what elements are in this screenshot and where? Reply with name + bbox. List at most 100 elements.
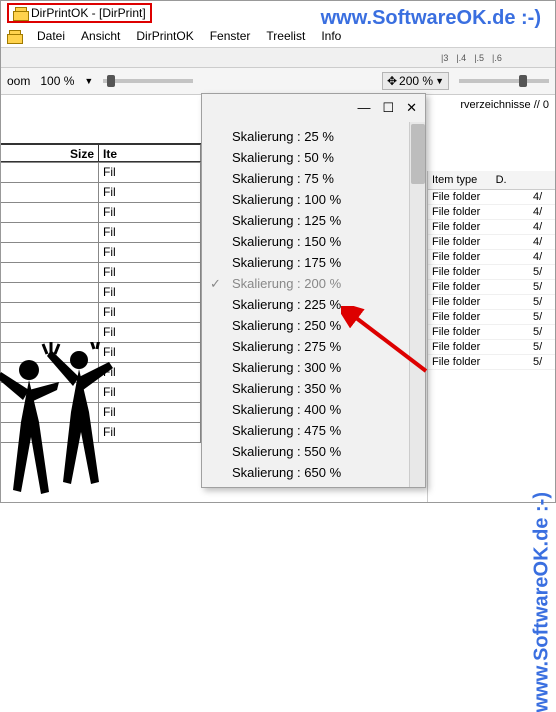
title-highlight: DirPrintOK - [DirPrint] [7,3,152,23]
cell: Fil [99,403,201,422]
list-item[interactable]: File folder5/ [428,355,555,370]
close-icon[interactable]: ✕ [406,100,417,116]
table-row: Fil [1,263,201,283]
ruler-mark: |.6 [492,53,502,63]
cell: Fil [99,343,201,362]
slider-thumb[interactable] [107,75,115,87]
cell: Fil [99,383,201,402]
titlebar: DirPrintOK - [DirPrint] [1,1,555,25]
ruler-mark: |.5 [474,53,484,63]
cell: Fil [99,163,201,182]
dropdown-window-controls: — ☐ ✕ [202,94,425,122]
maximize-icon[interactable]: ☐ [382,100,394,116]
table-row: Fil [1,343,201,363]
cell: Fil [99,423,201,442]
zoom-right-button[interactable]: ✥ 200 % ▼ [382,72,449,90]
table-row: Fil [1,163,201,183]
zoom-left-value: 100 % [40,74,74,88]
menu-bar: Datei Ansicht DirPrintOK Fenster Treelis… [1,25,555,48]
table-row: Fil [1,203,201,223]
table-row: Fil [1,183,201,203]
cell: Fil [99,363,201,382]
list-item[interactable]: File folder4/ [428,235,555,250]
col-date[interactable]: D. [496,174,507,186]
chevron-down-icon: ▼ [435,76,444,86]
scale-option[interactable]: Skalierung : 475 % [202,420,425,441]
scrollbar[interactable] [409,122,425,487]
scale-option[interactable]: Skalierung : 175 % [202,252,425,273]
zoom-slider-right[interactable] [459,79,549,83]
ruler-mark: |3 [441,53,448,63]
slider-thumb[interactable] [519,75,527,87]
scale-option[interactable]: Skalierung : 25 % [202,126,425,147]
list-item[interactable]: File folder4/ [428,190,555,205]
col-items: Ite [103,147,117,161]
scale-option[interactable]: Skalierung : 50 % [202,147,425,168]
list-item[interactable]: File folder5/ [428,310,555,325]
table-row: Fil [1,363,201,383]
table-row: Fil [1,303,201,323]
scale-dropdown: — ☐ ✕ Skalierung : 25 %Skalierung : 50 %… [201,93,426,488]
scale-option[interactable]: Skalierung : 200 % [202,273,425,294]
table-row: Fil [1,283,201,303]
scale-option[interactable]: Skalierung : 350 % [202,378,425,399]
table-row: Fil [1,423,201,443]
list-item[interactable]: File folder4/ [428,250,555,265]
cell: Fil [99,283,201,302]
scale-option[interactable]: Skalierung : 225 % [202,294,425,315]
scroll-thumb[interactable] [411,124,425,184]
menu-item-file[interactable]: Datei [37,29,65,43]
scale-option[interactable]: Skalierung : 275 % [202,336,425,357]
ruler-mark: |.4 [456,53,466,63]
move-icon: ✥ [387,74,397,88]
zoom-label-prefix: oom [7,74,30,88]
minimize-icon[interactable]: — [357,100,370,116]
cell: Fil [99,323,201,342]
table-row: Fil [1,323,201,343]
scale-option[interactable]: Skalierung : 125 % [202,210,425,231]
dropdown-list[interactable]: Skalierung : 25 %Skalierung : 50 %Skalie… [202,122,425,487]
scale-option[interactable]: Skalierung : 300 % [202,357,425,378]
zoom-slider-left[interactable] [103,79,193,83]
scale-option[interactable]: Skalierung : 75 % [202,168,425,189]
scale-option[interactable]: Skalierung : 650 % [202,462,425,483]
list-item[interactable]: File folder5/ [428,325,555,340]
menu-item-view[interactable]: Ansicht [81,29,120,43]
printer-icon [13,7,27,19]
scale-option[interactable]: Skalierung : 250 % [202,315,425,336]
menu-item-treelist[interactable]: Treelist [266,29,305,43]
zoom-toolbar: oom 100 % ▼ ✥ 200 % ▼ [1,68,555,95]
menu-item-window[interactable]: Fenster [210,29,251,43]
print-preview: Size Ite FilFilFilFilFilFilFilFilFilFilF… [1,95,201,496]
zoom-right-value: 200 % [399,74,433,88]
chevron-down-icon[interactable]: ▼ [84,76,93,86]
table-row: Fil [1,403,201,423]
list-item[interactable]: File folder4/ [428,220,555,235]
list-item[interactable]: File folder5/ [428,265,555,280]
cell: Fil [99,263,201,282]
printer-icon[interactable] [7,30,21,42]
list-item[interactable]: File folder5/ [428,295,555,310]
scale-option[interactable]: Skalierung : 150 % [202,231,425,252]
scale-option[interactable]: Skalierung : 550 % [202,441,425,462]
list-item[interactable]: File folder4/ [428,205,555,220]
cell: Fil [99,223,201,242]
col-itemtype[interactable]: Item type [432,174,477,186]
explorer-list: Item type D. File folder4/File folder4/F… [427,171,555,502]
ruler: |3 |.4 |.5 |.6 [1,48,555,68]
cell: Fil [99,183,201,202]
cell: Fil [99,243,201,262]
cell: Fil [99,303,201,322]
list-item[interactable]: File folder5/ [428,340,555,355]
col-size: Size [70,147,94,161]
watermark-side: www.SoftwareOK.de :-) [530,492,553,712]
scale-option[interactable]: Skalierung : 100 % [202,189,425,210]
menu-item-dirprintok[interactable]: DirPrintOK [136,29,193,43]
window-title: DirPrintOK - [DirPrint] [31,6,146,20]
table-row: Fil [1,383,201,403]
table-row: Fil [1,223,201,243]
menu-item-info[interactable]: Info [321,29,341,43]
table-row: Fil [1,243,201,263]
list-item[interactable]: File folder5/ [428,280,555,295]
scale-option[interactable]: Skalierung : 400 % [202,399,425,420]
